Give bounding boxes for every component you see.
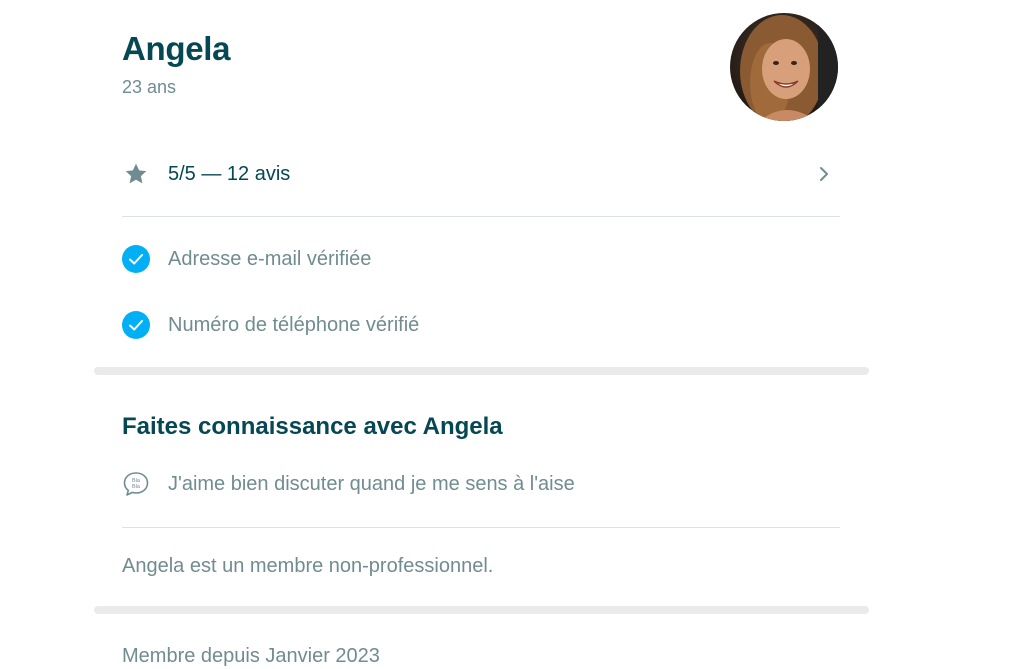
profile-name: Angela <box>122 30 231 67</box>
chat-preference-label: J'aime bien discuter quand je me sens à … <box>168 472 575 495</box>
divider <box>122 216 840 217</box>
chat-preference-row: Bla Bla J'aime bien discuter quand je me… <box>122 464 840 504</box>
rating-label: 5/5 — 12 avis <box>168 162 291 185</box>
section-divider <box>94 606 869 614</box>
avatar <box>730 13 838 121</box>
verification-email: Adresse e-mail vérifiée <box>122 239 840 279</box>
check-circle-icon <box>122 245 150 273</box>
profile-page: Angela 23 ans 5/5 — 12 avis Adresse e-ma… <box>0 0 1024 669</box>
rating-row[interactable]: 5/5 — 12 avis <box>122 154 840 194</box>
star-icon <box>122 160 150 188</box>
chat-bubble-icon: Bla Bla <box>122 470 150 498</box>
verification-label: Adresse e-mail vérifiée <box>168 247 372 270</box>
about-title: Faites connaissance avec Angela <box>122 413 503 440</box>
member-type: Angela est un membre non-professionnel. <box>122 555 494 577</box>
divider <box>122 527 840 528</box>
verification-phone: Numéro de téléphone vérifié <box>122 305 840 345</box>
section-divider <box>94 367 869 375</box>
verification-label: Numéro de téléphone vérifié <box>168 313 420 336</box>
chevron-right-icon <box>814 164 834 184</box>
profile-age: 23 ans <box>122 77 177 97</box>
svg-text:Bla: Bla <box>132 484 141 490</box>
check-circle-icon <box>122 311 150 339</box>
member-since: Membre depuis Janvier 2023 <box>122 645 380 667</box>
